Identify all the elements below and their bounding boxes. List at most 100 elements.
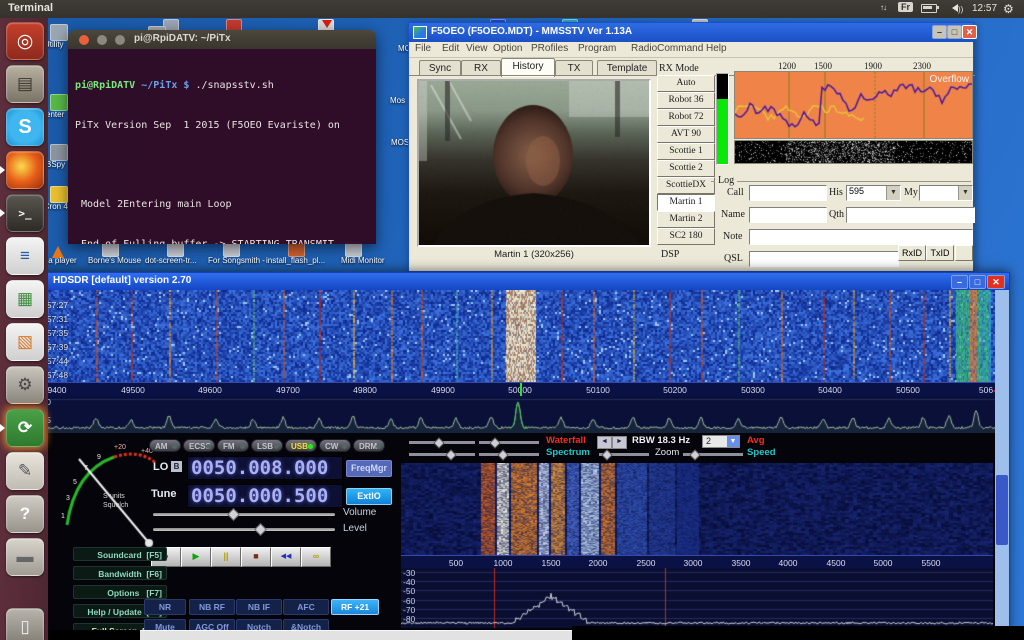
volume-slider[interactable] <box>153 513 335 516</box>
volume-slider-thumb[interactable] <box>227 508 240 521</box>
brightness-slider[interactable] <box>479 441 539 444</box>
desktop-icon-label[interactable]: BSpy <box>46 160 65 169</box>
menu-item[interactable]: RadioCommand <box>631 43 703 54</box>
mode-am[interactable]: AM <box>149 439 181 452</box>
launcher-writer[interactable]: ≡ <box>6 237 44 275</box>
slider-thumb[interactable] <box>601 449 612 460</box>
note-input[interactable] <box>749 229 973 245</box>
rxid-button[interactable]: RxID <box>898 245 926 261</box>
level-slider[interactable] <box>153 528 335 531</box>
slider-thumb[interactable] <box>497 449 508 460</box>
rf-spectrum-canvas[interactable] <box>31 396 997 433</box>
right-scrollbar[interactable] <box>995 290 1009 630</box>
launcher-terminal[interactable]: >_ <box>6 194 44 232</box>
slider-thumb[interactable] <box>689 449 700 460</box>
hdsdr-titlebar[interactable]: HDSDR [default] version 2.70 – □ ✕ <box>29 273 1009 290</box>
desktop-icon-label[interactable]: For Songsmith - <box>208 256 265 265</box>
menu-item[interactable]: Option <box>493 43 522 54</box>
mode-fm[interactable]: FM <box>217 439 249 452</box>
spectrum-offset-slider[interactable] <box>479 453 539 456</box>
avg-select[interactable]: 2 ▼ <box>702 435 740 448</box>
level-slider-thumb[interactable] <box>254 523 267 536</box>
spectrum-gain-slider[interactable] <box>409 453 475 456</box>
qth-input[interactable] <box>846 207 975 223</box>
call-input[interactable] <box>749 185 827 201</box>
rx-mode-martin2[interactable]: Martin 2 <box>657 211 715 228</box>
nr-button[interactable]: NR <box>144 599 186 615</box>
his-select[interactable]: 595▼ <box>846 185 901 201</box>
pause-button[interactable]: || <box>211 547 241 567</box>
terminal-titlebar[interactable]: pi@RpiDATV: ~/PiTx <box>68 30 376 49</box>
launcher-trash[interactable]: ▯ <box>6 608 44 640</box>
lo-b-flag[interactable]: B <box>171 461 182 472</box>
mode-ecss[interactable]: ECSS <box>183 439 215 452</box>
rf-frequency-scale[interactable]: 9400 49500 49600 49700 49800 49900 50000… <box>31 382 997 397</box>
desktop-icon-icron[interactable] <box>50 186 68 203</box>
tune-frequency-display[interactable]: 0050.000.500 <box>187 484 343 508</box>
rf-spectrum[interactable]: -100 -125 <box>31 396 997 433</box>
desktop-icon-label[interactable]: Midi Monitor <box>341 256 385 265</box>
menu-item[interactable]: PRofiles <box>531 43 568 54</box>
rx-mode-robot36[interactable]: Robot 36 <box>657 92 715 109</box>
tab-template[interactable]: Template <box>597 60 657 76</box>
scrollbar-thumb[interactable] <box>996 475 1008 545</box>
slider-thumb[interactable] <box>489 437 500 448</box>
rewind-button[interactable]: ◀◀ <box>271 547 301 567</box>
soundcard-button[interactable]: Soundcard [F5] <box>73 547 167 561</box>
rf-waterfall-canvas[interactable] <box>31 290 997 382</box>
tab-tx[interactable]: TX <box>555 60 593 76</box>
desktop-icon[interactable] <box>167 242 184 257</box>
rx-mode-auto[interactable]: Auto <box>657 75 715 92</box>
my-select[interactable]: ▼ <box>919 185 973 201</box>
menu-item[interactable]: Help <box>706 43 727 54</box>
launcher-impress[interactable]: ▧ <box>6 323 44 361</box>
mode-lsb[interactable]: LSB <box>251 439 283 452</box>
name-input[interactable] <box>749 207 827 223</box>
desktop-icon-label[interactable]: Borne's Mouse <box>88 256 141 265</box>
rf-gain-button[interactable]: RF +21 <box>331 599 379 615</box>
qsl-input[interactable] <box>749 251 899 267</box>
desktop-icon[interactable] <box>288 242 305 257</box>
menu-item[interactable]: Program <box>578 43 616 54</box>
volume-icon[interactable]: )) <box>948 4 963 15</box>
desktop-icon[interactable] <box>102 242 119 257</box>
rx-mode-scottie2[interactable]: Scottie 2 <box>657 160 715 177</box>
nbif-button[interactable]: NB IF <box>236 599 282 615</box>
desktop-icon[interactable] <box>345 242 362 257</box>
keyboard-layout-indicator[interactable]: Fr <box>898 2 913 12</box>
freqmgr-button[interactable]: FreqMgr <box>346 460 392 477</box>
session-gear-icon[interactable]: ⚙ <box>1003 2 1014 16</box>
lo-frequency-display[interactable]: 0050.008.000 <box>187 456 343 480</box>
slider-thumb[interactable] <box>445 449 456 460</box>
network-icon[interactable]: ↑↓ <box>880 3 886 12</box>
desktop-icon-label[interactable]: MOS <box>391 138 409 147</box>
close-icon[interactable] <box>79 35 89 45</box>
desktop-icon-label[interactable]: install_flash_pl... <box>266 256 325 265</box>
desktop-icon[interactable] <box>223 242 240 257</box>
bandwidth-button[interactable]: Bandwidth [F6] <box>73 566 167 580</box>
afc-button[interactable]: AFC <box>283 599 329 615</box>
clock[interactable]: 12:57 <box>972 3 997 14</box>
desktop-icon-utility[interactable] <box>50 24 68 41</box>
rx-mode-avt90[interactable]: AVT 90 <box>657 126 715 143</box>
close-icon[interactable]: ✕ <box>987 275 1005 289</box>
maximize-icon[interactable]: □ <box>969 275 986 289</box>
launcher-skype[interactable]: S <box>6 108 44 146</box>
loop-button[interactable]: ∞ <box>301 547 331 567</box>
slider-thumb[interactable] <box>433 437 444 448</box>
close-icon[interactable]: ✕ <box>962 25 977 39</box>
mode-cw[interactable]: CW <box>319 439 351 452</box>
launcher-disk-utility[interactable]: ▬ <box>6 538 44 576</box>
rx-mode-scottie1[interactable]: Scottie 1 <box>657 143 715 160</box>
desktop-icon-label[interactable]: Mos <box>390 96 405 105</box>
launcher-text-editor[interactable]: ✎ <box>6 452 44 490</box>
nbrf-button[interactable]: NB RF <box>189 599 235 615</box>
rx-mode-scottiedx[interactable]: ScottieDX <box>657 177 715 194</box>
desktop-icon-center[interactable] <box>50 94 68 111</box>
launcher-help[interactable]: ? <box>6 495 44 533</box>
maximize-icon[interactable] <box>115 35 125 45</box>
options-button[interactable]: Options [F7] <box>73 585 167 599</box>
minimize-icon[interactable]: – <box>951 275 968 289</box>
launcher-software-updater[interactable]: ⟳ <box>6 409 44 447</box>
minimize-icon[interactable] <box>97 35 107 45</box>
